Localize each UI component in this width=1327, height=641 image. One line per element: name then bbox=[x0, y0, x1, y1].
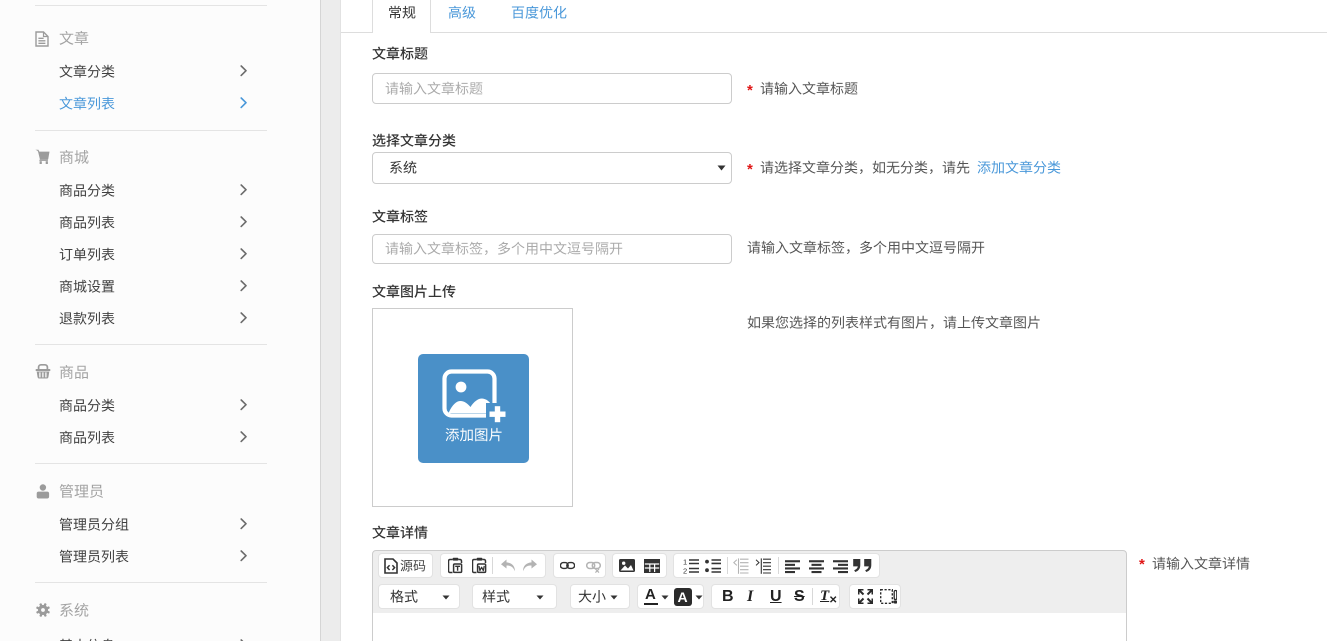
svg-text:1: 1 bbox=[683, 558, 687, 567]
svg-text:2: 2 bbox=[683, 567, 687, 575]
